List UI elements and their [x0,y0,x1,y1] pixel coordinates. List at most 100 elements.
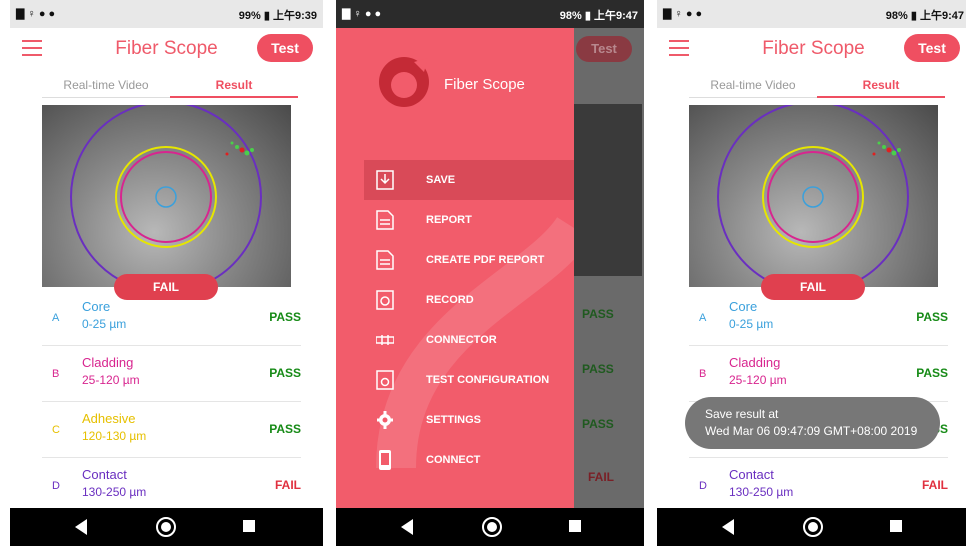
drawer-item-label: SETTINGS [426,414,482,426]
test-config-icon [376,370,394,390]
home-icon[interactable] [803,517,823,537]
status-time: 98% ▮ 上午9:47 [559,10,638,22]
zone-letter: B [699,368,707,380]
zone-name: Cladding [82,355,134,370]
connector-icon [376,335,394,345]
zone-result: PASS [269,422,301,436]
back-icon[interactable] [401,519,413,535]
status-time: 99% ▮ 上午9:39 [238,10,317,22]
drawer-item-test-configuration[interactable]: TEST CONFIGURATION [364,360,574,400]
pdf-icon [376,250,394,270]
zone-range: 130-250 µm [729,485,794,499]
status-icons: ▇ ♀ ● ● [663,8,703,20]
zone-row: D Contact 130-250 µm FAIL [42,458,301,514]
zone-name: Cladding [729,355,781,370]
back-icon[interactable] [75,519,87,535]
drawer-item-report[interactable]: REPORT [364,200,574,240]
zone-row: B Cladding 25-120 µm PASS [689,346,948,402]
zone-result-list: A Core 0-25 µm PASS B Cladding 25-120 µm… [42,290,301,514]
status-icons: ▇ ♀ ● ● [342,8,382,20]
core-zone-circle [802,186,824,208]
phone-screen-saved: ▇ ♀ ● ● 98% ▮ 上午9:47 Fiber Scope Test Re… [657,0,966,546]
tab-real-time-video[interactable]: Real-time Video [689,76,817,94]
save-icon [376,170,394,190]
back-icon[interactable] [722,519,734,535]
android-nav-bar [336,508,644,546]
drawer-item-record[interactable]: RECORD [364,280,574,320]
zone-letter: D [699,480,707,492]
android-nav-bar [10,508,323,546]
contact-zone-circle [70,105,262,287]
recent-apps-icon[interactable] [890,520,902,532]
drawer-item-label: REPORT [426,214,472,226]
zone-result: PASS [582,417,614,431]
zone-letter: A [52,312,60,324]
zone-result: PASS [916,310,948,324]
zone-result: FAIL [922,478,948,492]
fiber-image [689,105,938,287]
drawer-item-connect[interactable]: CONNECT [364,440,574,480]
tab-result[interactable]: Result [817,76,945,94]
zone-name: Contact [729,467,774,482]
drawer-item-label: CONNECTOR [426,334,497,346]
record-icon [376,290,394,310]
test-button-dimmed: Test [576,36,632,62]
zone-range: 0-25 µm [82,317,127,331]
zone-range: 0-25 µm [729,317,774,331]
zone-result: PASS [916,366,948,380]
zone-letter: A [699,312,707,324]
zone-range: 130-250 µm [82,485,147,499]
drawer-item-create-pdf-report[interactable]: CREATE PDF REPORT [364,240,574,280]
drawer-title: Fiber Scope [444,76,525,93]
drawer-item-label: CREATE PDF REPORT [426,254,545,266]
tab-bar: Real-time Video Result [42,76,298,98]
zone-result: FAIL [275,478,301,492]
gear-icon [377,411,393,429]
save-toast: Save result at Wed Mar 06 09:47:09 GMT+0… [685,397,940,449]
test-button[interactable]: Test [257,34,313,62]
phone-screen-drawer: ▇ ♀ ● ● 98% ▮ 上午9:47 Test PASS PASS PASS… [336,0,644,546]
status-time: 98% ▮ 上午9:47 [885,10,964,22]
zone-letter: C [52,424,60,436]
zone-result: FAIL [588,470,614,484]
drawer-item-label: RECORD [426,294,474,306]
app-logo-icon [379,57,429,107]
home-icon[interactable] [156,517,176,537]
report-icon [376,210,394,230]
status-bar: ▇ ♀ ● ● 98% ▮ 上午9:47 [336,0,644,28]
core-zone-circle [155,186,177,208]
zone-row: B Cladding 25-120 µm PASS [42,346,301,402]
phone-screen-result: ▇ ♀ ● ● 99% ▮ 上午9:39 Fiber Scope Test Re… [10,0,323,546]
zone-name: Adhesive [82,411,136,426]
zone-name: Core [82,299,111,314]
zone-name: Contact [82,467,127,482]
cladding-zone-circle [120,151,212,243]
status-bar: ▇ ♀ ● ● 99% ▮ 上午9:39 [10,0,323,28]
android-nav-bar [657,508,966,546]
zone-range: 25-120 µm [729,373,787,387]
recent-apps-icon[interactable] [569,520,581,532]
home-icon[interactable] [482,517,502,537]
app-bar: Fiber Scope Test [657,28,966,72]
zone-letter: D [52,480,60,492]
toast-title: Save result at [705,407,779,421]
zone-result: PASS [269,310,301,324]
drawer-item-settings[interactable]: SETTINGS [364,400,574,440]
adhesive-zone-circle [115,146,217,248]
drawer-item-connector[interactable]: CONNECTOR [364,320,574,360]
adhesive-zone-circle [762,146,864,248]
drawer-item-save[interactable]: SAVE [364,160,574,200]
zone-row: A Core 0-25 µm PASS [42,290,301,346]
tab-real-time-video[interactable]: Real-time Video [42,76,170,94]
zone-row: D Contact 130-250 µm FAIL [689,458,948,514]
contact-zone-circle [717,105,909,287]
cladding-zone-circle [767,151,859,243]
zone-letter: B [52,368,60,380]
tab-result[interactable]: Result [170,76,298,94]
test-button[interactable]: Test [904,34,960,62]
zone-row: C Adhesive 120-130 µm PASS [42,402,301,458]
recent-apps-icon[interactable] [243,520,255,532]
zone-name: Core [729,299,758,314]
zone-range: 25-120 µm [82,373,140,387]
navigation-drawer: Fiber Scope SAVE REPORT CREATE PDF REPOR… [336,28,574,508]
